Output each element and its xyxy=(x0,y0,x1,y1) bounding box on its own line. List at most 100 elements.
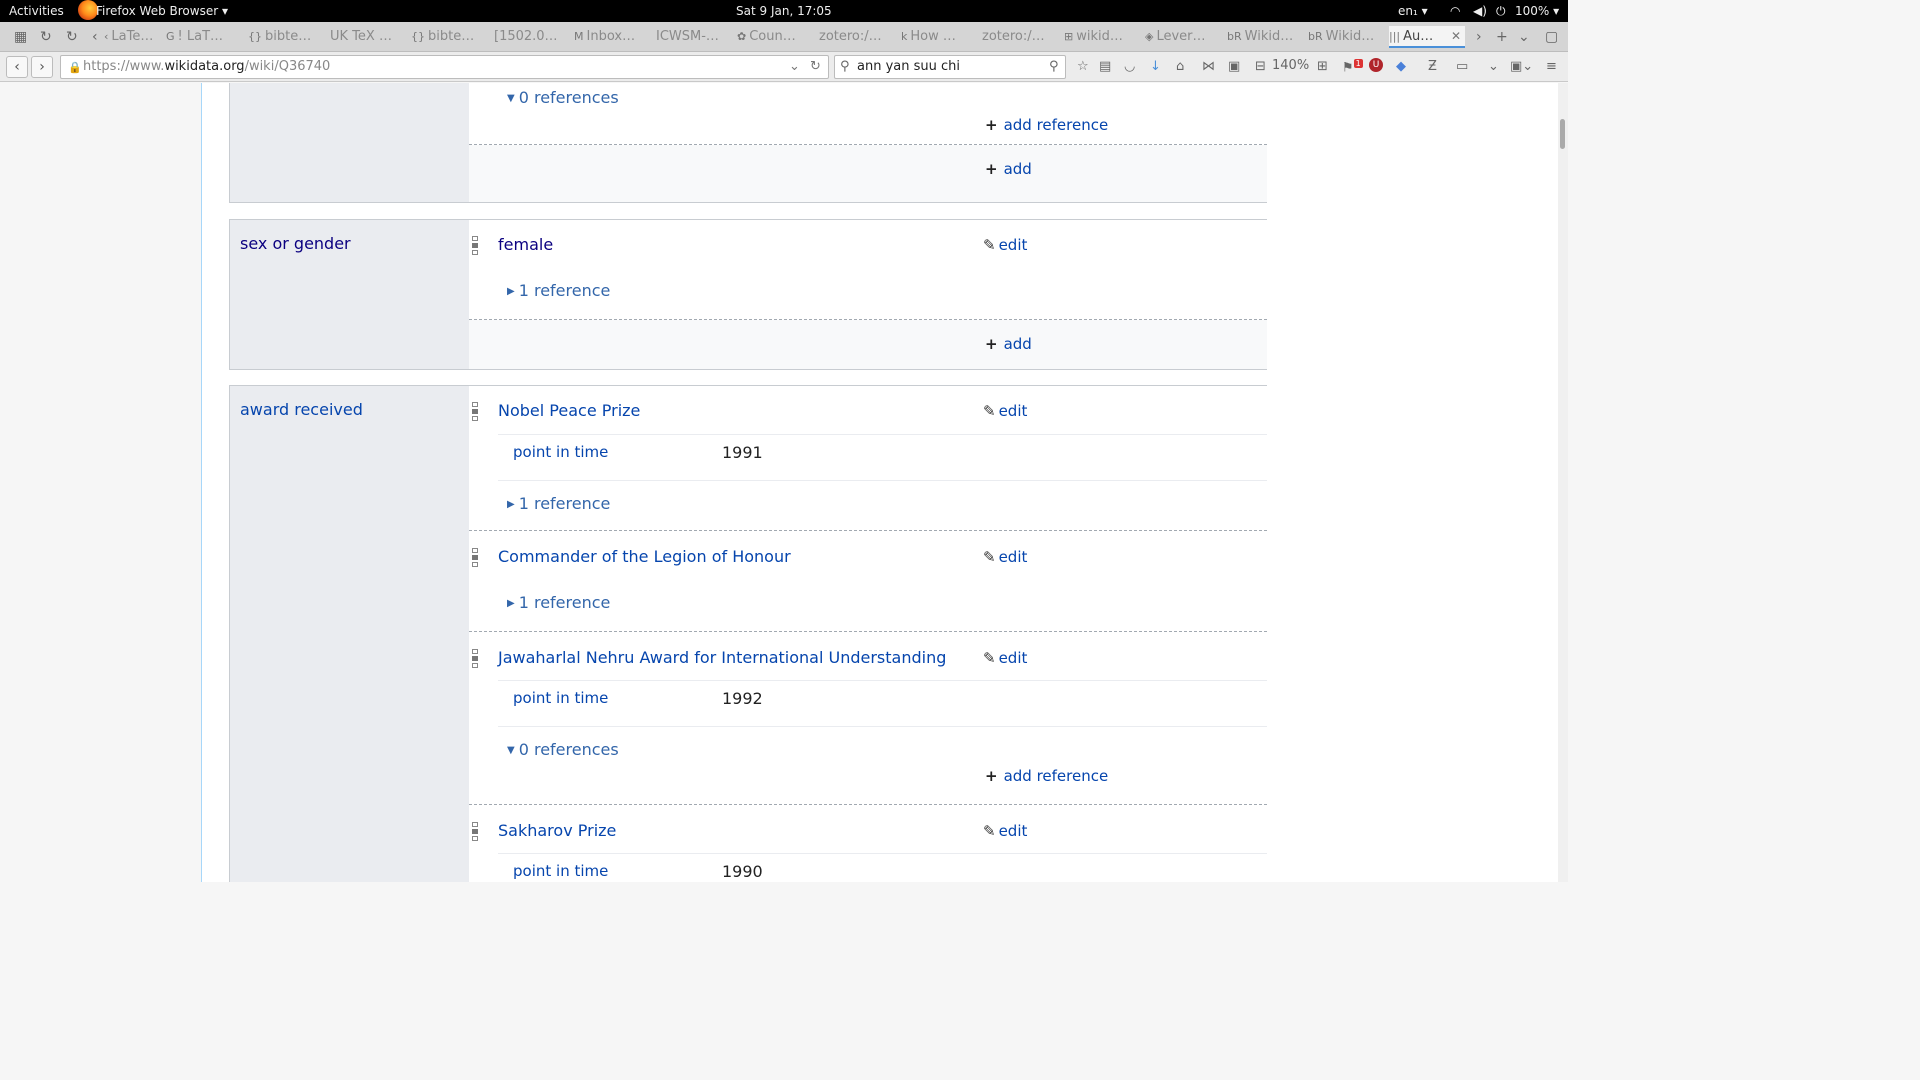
property-label[interactable]: award received xyxy=(240,400,363,419)
search-engine-icon[interactable]: ⚲ xyxy=(840,59,850,74)
add-reference-link[interactable]: + add reference xyxy=(985,767,1108,785)
save-page-icon[interactable]: ▭ xyxy=(1456,59,1468,74)
tab-1[interactable]: ‹ LaTe… xyxy=(104,26,160,48)
tab-5[interactable]: {} bibte… xyxy=(411,26,487,48)
add-reference-link[interactable]: + add reference xyxy=(985,116,1108,134)
tab-4[interactable]: UK TeX … xyxy=(330,26,406,48)
edit-link[interactable]: ✎ edit xyxy=(983,236,1027,254)
qualifier-property[interactable]: point in time xyxy=(513,689,608,707)
statement-value[interactable]: Commander of the Legion of Honour xyxy=(498,547,791,566)
rank-selector-icon[interactable] xyxy=(472,548,478,569)
tab-11[interactable]: k How … xyxy=(901,26,977,48)
tab-7[interactable]: M Inbox… xyxy=(574,26,650,48)
tab-groups-icon[interactable]: ▦ xyxy=(14,29,27,45)
edit-link[interactable]: ✎ edit xyxy=(983,822,1027,840)
volume-icon[interactable]: ◀) xyxy=(1473,4,1487,18)
tab-favicon-icon: ✿ xyxy=(737,30,747,43)
url-bar[interactable]: 🔒 https://www.wikidata.org/wiki/Q36740 ⌄… xyxy=(60,55,829,79)
edit-link[interactable]: ✎ edit xyxy=(983,402,1027,420)
property-label[interactable]: sex or gender xyxy=(240,234,351,253)
tab-favicon-icon: {} xyxy=(411,30,425,43)
tab-15[interactable]: bR Wikid… xyxy=(1227,26,1303,48)
search-bar[interactable]: ⚲ ann yan suu chi ⚲ xyxy=(834,55,1066,79)
rank-selector-icon[interactable] xyxy=(472,402,478,423)
qualifier-value: 1992 xyxy=(722,689,763,708)
scroll-tabs-right-icon[interactable]: › xyxy=(1476,29,1482,45)
rank-selector-icon[interactable] xyxy=(472,649,478,670)
overflow-dropdown-icon[interactable]: ⌄ xyxy=(1488,59,1499,74)
zoom-out-icon[interactable]: ⊟ xyxy=(1255,59,1266,74)
add-label: add xyxy=(1003,335,1032,353)
tab-16[interactable]: bR Wikid… xyxy=(1308,26,1384,48)
tab-12[interactable]: zotero:/… xyxy=(982,26,1058,48)
close-window-icon[interactable]: ▢ xyxy=(1545,29,1558,45)
references-toggle[interactable]: ▶ 1 reference xyxy=(507,494,610,513)
extension-icon[interactable]: ▣ xyxy=(1228,59,1240,74)
addon-menu-icon[interactable]: ▣⌄ xyxy=(1510,59,1533,74)
references-toggle[interactable]: ▼ 0 references xyxy=(507,740,619,759)
tab-10[interactable]: zotero:/… xyxy=(819,26,895,48)
rank-selector-icon[interactable] xyxy=(472,822,478,843)
zoom-in-icon[interactable]: ⊞ xyxy=(1317,59,1328,74)
scrollbar-thumb[interactable] xyxy=(1560,119,1565,149)
system-top-bar: Activities Firefox Web Browser ▾ Sat 9 J… xyxy=(0,0,1568,22)
page-scrollbar[interactable] xyxy=(1558,83,1568,882)
scroll-tabs-left-icon[interactable]: ‹ xyxy=(92,29,98,45)
tab-label: How … xyxy=(910,29,956,44)
add-statement-link[interactable]: + add xyxy=(985,335,1032,353)
keyboard-layout-menu[interactable]: en₁ ▾ xyxy=(1398,4,1428,18)
wifi-icon[interactable]: ◠ xyxy=(1450,4,1460,18)
layers-icon[interactable]: ◆ xyxy=(1396,59,1406,74)
zotero-icon[interactable]: Ƶ xyxy=(1428,59,1437,74)
qualifier-property[interactable]: point in time xyxy=(513,862,608,880)
bookmark-star-icon[interactable]: ☆ xyxy=(1077,59,1089,74)
url-history-dropdown-icon[interactable]: ⌄ xyxy=(789,59,800,74)
add-statement-link[interactable]: + add xyxy=(985,160,1032,178)
references-toggle[interactable]: ▶ 1 reference xyxy=(507,281,610,300)
home-icon[interactable]: ⌂ xyxy=(1176,59,1184,74)
lock-icon[interactable]: 🔒 xyxy=(68,61,82,74)
tab-3[interactable]: {} bibte… xyxy=(248,26,324,48)
app-menu[interactable]: Firefox Web Browser ▾ xyxy=(96,4,228,18)
statement-value[interactable]: Sakharov Prize xyxy=(498,821,616,840)
zoom-level[interactable]: 140% xyxy=(1272,58,1309,73)
clock[interactable]: Sat 9 Jan, 17:05 xyxy=(736,4,832,18)
rank-selector-icon[interactable] xyxy=(472,236,478,257)
battery-menu[interactable]: 100% ▾ xyxy=(1515,4,1559,18)
downloads-icon[interactable]: ↓ xyxy=(1150,59,1161,74)
references-toggle[interactable]: ▼ 0 references xyxy=(507,88,619,107)
share-icon[interactable]: ⋈ xyxy=(1202,59,1215,74)
search-icon[interactable]: ⚲ xyxy=(1049,59,1059,74)
reading-list-icon[interactable]: ▤ xyxy=(1099,59,1111,74)
reload-page-icon[interactable]: ↻ xyxy=(810,59,821,74)
power-icon[interactable]: ⏻ xyxy=(1496,4,1506,19)
pocket-icon[interactable]: ◡ xyxy=(1124,59,1135,74)
tab-13[interactable]: ⊞ wikid… xyxy=(1064,26,1140,48)
references-toggle[interactable]: ▶ 1 reference xyxy=(507,593,610,612)
qualifier-property[interactable]: point in time xyxy=(513,443,608,461)
reload-icon[interactable]: ↻ xyxy=(40,29,52,45)
ublock-icon[interactable]: U xyxy=(1369,58,1383,72)
notifications-icon[interactable]: ⚑ 1 xyxy=(1342,59,1363,75)
close-tab-icon[interactable]: ✕ xyxy=(1451,29,1461,43)
tab-2[interactable]: G! LaT… xyxy=(166,26,242,48)
tab-6[interactable]: [1502.0… xyxy=(494,26,570,48)
new-tab-icon[interactable]: + xyxy=(1496,29,1508,45)
statement-value[interactable]: Jawaharlal Nehru Award for International… xyxy=(498,648,946,667)
tab-8[interactable]: ICWSM-… xyxy=(656,26,732,48)
statement-value[interactable]: Nobel Peace Prize xyxy=(498,401,640,420)
edit-link[interactable]: ✎ edit xyxy=(983,548,1027,566)
list-all-tabs-icon[interactable]: ⌄ xyxy=(1518,29,1530,45)
tab-14[interactable]: ◈ Lever… xyxy=(1145,26,1221,48)
tab-9[interactable]: ✿ Coun… xyxy=(737,26,813,48)
reload-icon[interactable]: ↻ xyxy=(66,29,78,45)
plus-icon: + xyxy=(985,767,998,785)
hamburger-menu-icon[interactable]: ≡ xyxy=(1546,59,1557,74)
activities-button[interactable]: Activities xyxy=(9,4,64,18)
back-button[interactable]: ‹ xyxy=(6,56,28,78)
statement-value[interactable]: female xyxy=(498,235,553,254)
tab-17[interactable]: ||| Au… ✕ xyxy=(1389,26,1465,48)
tab-favicon-icon: bR xyxy=(1308,30,1323,43)
forward-button[interactable]: › xyxy=(31,56,53,78)
edit-link[interactable]: ✎ edit xyxy=(983,649,1027,667)
